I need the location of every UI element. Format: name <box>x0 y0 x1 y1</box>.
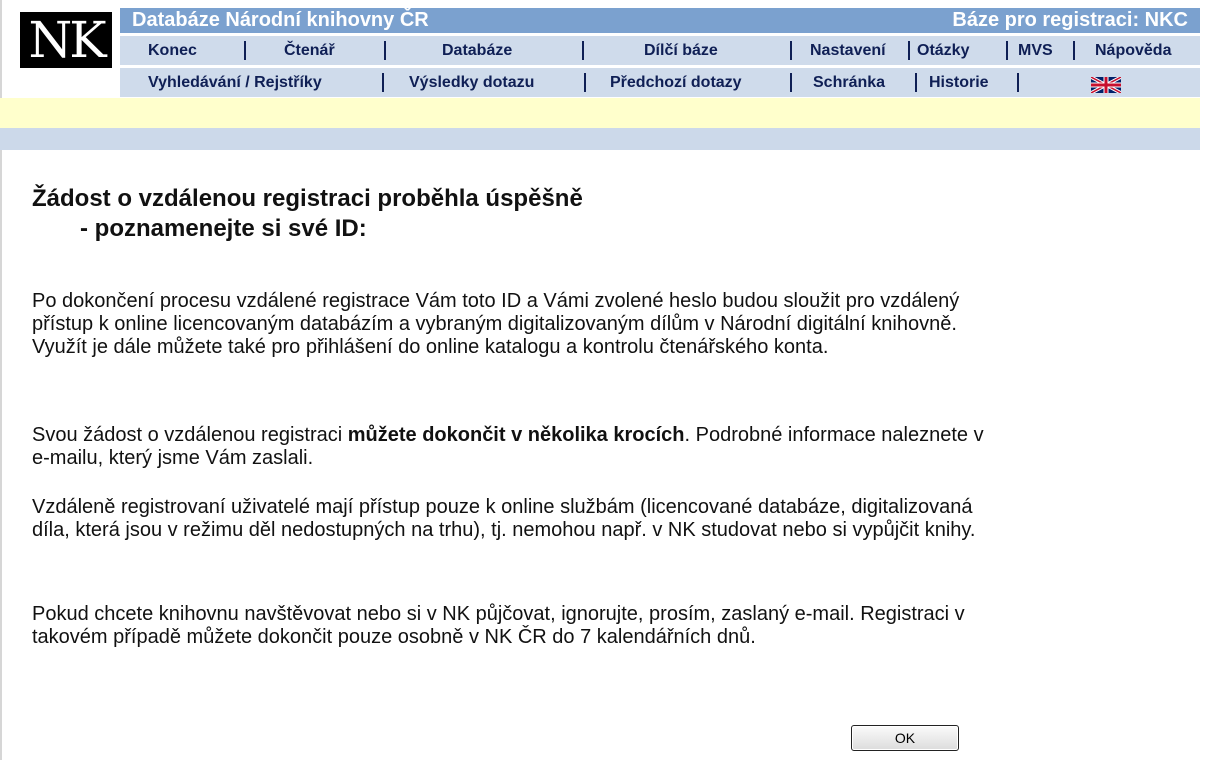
nav-vysledky[interactable]: Výsledky dotazu <box>409 68 534 97</box>
nav-separator <box>1006 41 1008 60</box>
nav-nastaveni[interactable]: Nastavení <box>810 36 886 65</box>
nav-separator <box>384 41 386 60</box>
title-bar: Databáze Národní knihovny ČR Báze pro re… <box>120 8 1200 33</box>
nav-separator <box>790 41 792 60</box>
nk-logo[interactable]: NK <box>20 12 112 68</box>
page-heading: Žádost o vzdálenou registraci proběhla ú… <box>32 184 583 244</box>
heading-line-1: Žádost o vzdálenou registraci proběhla ú… <box>32 185 583 212</box>
nav-separator <box>1017 73 1019 92</box>
nav-konec[interactable]: Konec <box>148 36 197 65</box>
nav-napoveda[interactable]: Nápověda <box>1095 36 1171 65</box>
paragraph-text: Svou žádost o vzdálenou registraci <box>32 424 348 446</box>
nav-separator <box>582 41 584 60</box>
logo-text: NK <box>28 11 106 69</box>
ok-button[interactable]: OK <box>851 725 959 751</box>
nav-predchozi[interactable]: Předchozí dotazy <box>610 68 742 97</box>
nav-mvs[interactable]: MVS <box>1018 36 1053 65</box>
primary-nav: Konec Čtenář Databáze Dílčí báze Nastave… <box>120 36 1200 65</box>
uk-flag-icon[interactable] <box>1091 77 1121 93</box>
paragraph-remote-users: Vzdáleně registrovaní uživatelé mají pří… <box>32 496 976 541</box>
secondary-nav: Vyhledávání / Rejstříky Výsledky dotazu … <box>120 68 1200 97</box>
emphasis-text: můžete dokončit v několika krocích <box>347 424 685 446</box>
nav-otazky[interactable]: Otázky <box>917 36 969 65</box>
nav-separator <box>244 41 246 60</box>
paragraph-complete-steps: Svou žádost o vzdálenou registraci můžet… <box>32 424 992 470</box>
separator-strip <box>0 128 1200 150</box>
heading-line-2: - poznamenejte si své ID: <box>80 215 367 242</box>
nav-separator <box>915 73 917 92</box>
base-label: Báze pro registraci: NKC <box>952 9 1188 31</box>
nav-separator <box>1073 41 1075 60</box>
paragraph-id-usage: Po dokončení procesu vzdálené registrace… <box>32 290 960 358</box>
nav-separator <box>584 73 586 92</box>
nav-separator <box>790 73 792 92</box>
app-title: Databáze Národní knihovny ČR <box>132 9 429 31</box>
message-band <box>0 98 1200 128</box>
nav-schranka[interactable]: Schránka <box>813 68 885 97</box>
nav-vyhledavani[interactable]: Vyhledávání / Rejstříky <box>148 68 322 97</box>
nav-dilci-baze[interactable]: Dílčí báze <box>644 36 718 65</box>
nav-historie[interactable]: Historie <box>929 68 989 97</box>
nav-separator <box>908 41 910 60</box>
nav-databaze[interactable]: Databáze <box>442 36 512 65</box>
paragraph-in-person: Pokud chcete knihovnu navštěvovat nebo s… <box>32 603 965 648</box>
nav-ctenar[interactable]: Čtenář <box>284 36 335 65</box>
nav-separator <box>382 73 384 92</box>
